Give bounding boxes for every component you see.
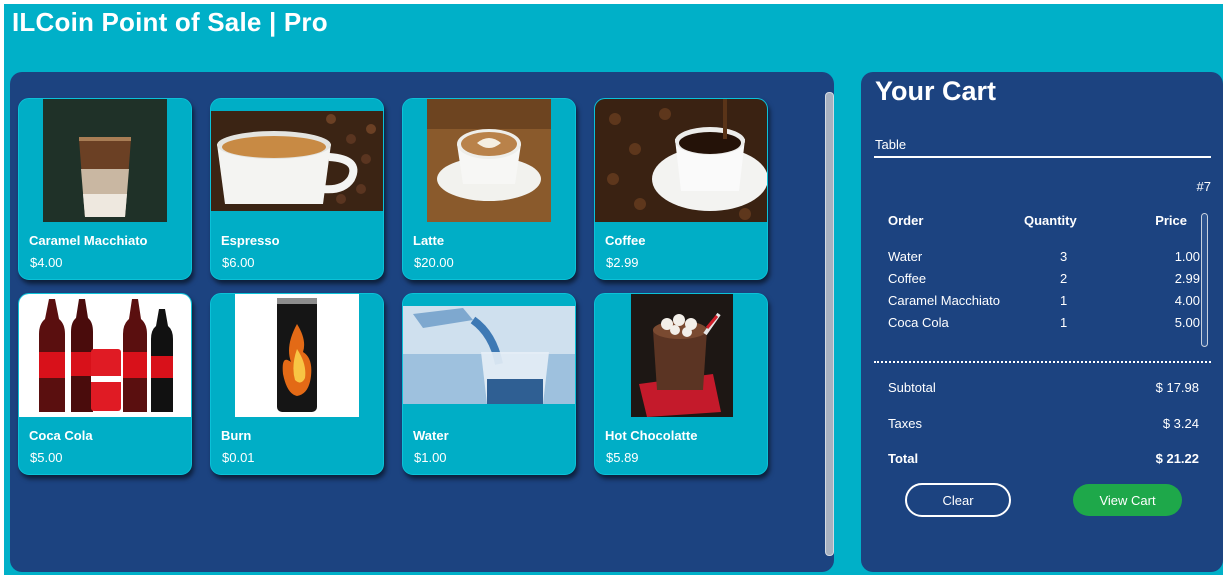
product-price: $20.00 [414, 255, 454, 270]
latte-image [403, 99, 575, 222]
product-card-coffee[interactable]: Coffee $2.99 [594, 98, 768, 280]
cart-item-row[interactable]: Water 3 1.00 [888, 249, 1200, 271]
product-price: $4.00 [30, 255, 63, 270]
products-panel: Caramel Macchiato $4.00 Espresso $6.00 L… [10, 72, 834, 572]
quantity-column-header: Quantity [1024, 213, 1077, 228]
cart-item-price: 1.00 [1174, 249, 1200, 264]
cart-title: Your Cart [875, 76, 997, 106]
product-name: Latte [413, 233, 445, 248]
product-card-coca-cola[interactable]: Coca Cola $5.00 [18, 293, 192, 475]
product-name: Burn [221, 428, 252, 443]
cart-item-row[interactable]: Coca Cola 1 5.00 [888, 315, 1200, 337]
product-price: $2.99 [606, 255, 639, 270]
product-card-espresso[interactable]: Espresso $6.00 [210, 98, 384, 280]
product-price: $1.00 [414, 450, 447, 465]
order-column-header: Order [888, 213, 924, 228]
product-card-burn[interactable]: Burn $0.01 [210, 293, 384, 475]
caramel-macchiato-image [19, 99, 191, 222]
cart-item-name: Coca Cola [888, 315, 949, 330]
cart-item-price: 2.99 [1174, 271, 1200, 286]
product-name: Coca Cola [29, 428, 93, 443]
cart-item-name: Water [888, 249, 923, 264]
table-number: #7 [1196, 179, 1211, 194]
hot-chocolatte-image [595, 294, 767, 417]
cart-item-price: 4.00 [1174, 293, 1200, 308]
app-window: ILCoin Point of Sale | Pro Caramel Macch… [4, 4, 1223, 575]
product-name: Water [413, 428, 449, 443]
burn-image [211, 294, 383, 417]
product-card-water[interactable]: Water $1.00 [402, 293, 576, 475]
total-value: $ 21.22 [1155, 451, 1199, 466]
product-price: $0.01 [222, 450, 255, 465]
product-card-caramel-macchiato[interactable]: Caramel Macchiato $4.00 [18, 98, 192, 280]
cart-item-quantity: 3 [1060, 249, 1068, 264]
cart-item-price: 5.00 [1174, 315, 1200, 330]
cart-item-name: Caramel Macchiato [888, 293, 1000, 308]
espresso-image [211, 99, 383, 222]
cart-panel: Your Cart Table #7 Order Quantity Price … [861, 72, 1223, 572]
cart-item-quantity: 2 [1060, 271, 1068, 286]
cart-scrollbar[interactable] [1201, 213, 1208, 347]
water-image [403, 294, 575, 417]
table-field-underline [874, 156, 1211, 158]
coca-cola-image [19, 294, 191, 417]
subtotal-value: $ 17.98 [1155, 380, 1199, 395]
product-price: $5.89 [606, 450, 639, 465]
table-label: Table [875, 137, 907, 152]
cart-item-quantity: 1 [1060, 315, 1068, 330]
cart-divider [874, 361, 1211, 363]
product-name: Hot Chocolatte [605, 428, 698, 443]
subtotal-label: Subtotal [888, 380, 936, 395]
taxes-label: Taxes [888, 416, 922, 431]
app-title: ILCoin Point of Sale | Pro [12, 7, 328, 37]
total-label: Total [888, 451, 919, 466]
product-name: Coffee [605, 233, 646, 248]
product-name: Caramel Macchiato [29, 233, 148, 248]
products-scrollbar[interactable] [825, 92, 834, 556]
price-column-header: Price [1155, 213, 1187, 228]
product-name: Espresso [221, 233, 280, 248]
cart-item-quantity: 1 [1060, 293, 1068, 308]
taxes-value: $ 3.24 [1162, 416, 1199, 431]
view-cart-button[interactable]: View Cart [1073, 484, 1182, 516]
product-price: $6.00 [222, 255, 255, 270]
coffee-image [595, 99, 767, 222]
product-price: $5.00 [30, 450, 63, 465]
product-card-latte[interactable]: Latte $20.00 [402, 98, 576, 280]
cart-item-row[interactable]: Caramel Macchiato 1 4.00 [888, 293, 1200, 315]
cart-item-name: Coffee [888, 271, 927, 286]
product-card-hot-chocolatte[interactable]: Hot Chocolatte $5.89 [594, 293, 768, 475]
cart-item-row[interactable]: Coffee 2 2.99 [888, 271, 1200, 293]
clear-button[interactable]: Clear [905, 483, 1011, 517]
